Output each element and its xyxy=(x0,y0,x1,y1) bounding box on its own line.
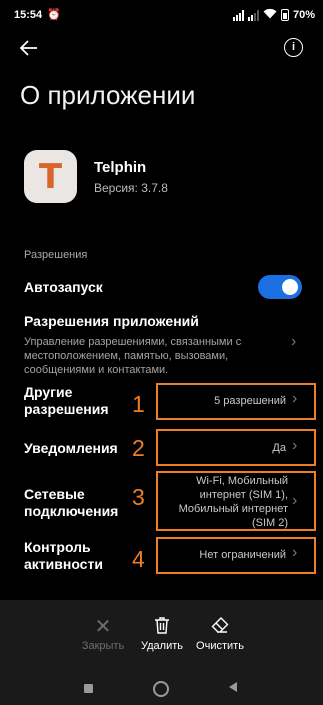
eraser-icon xyxy=(185,616,255,638)
chevron-right-icon: › xyxy=(292,390,298,407)
status-time: 15:54 xyxy=(14,9,43,21)
info-icon[interactable]: i xyxy=(284,38,303,57)
app-version: Версия: 3.7.8 xyxy=(94,181,168,195)
notifications-value: Да xyxy=(272,442,286,454)
chevron-right-icon: › xyxy=(292,437,298,454)
section-header-permissions: Разрешения xyxy=(24,249,88,261)
activity-value: Нет ограничений xyxy=(199,549,286,561)
home-nav-button[interactable] xyxy=(153,681,169,697)
signal-sim2-icon xyxy=(247,9,259,21)
clear-label: Очистить xyxy=(196,640,244,652)
notifications-label: Уведомления xyxy=(24,440,118,456)
marker-1: 1 xyxy=(132,391,145,417)
marker-3: 3 xyxy=(132,484,145,510)
alarm-icon: ⏰ xyxy=(47,9,61,21)
chevron-right-icon: › xyxy=(292,544,298,561)
app-icon-letter: T xyxy=(38,156,63,197)
signal-sim1-icon xyxy=(232,9,244,21)
battery-level: 70% xyxy=(292,9,315,21)
status-icons: 70% xyxy=(232,8,315,22)
autostart-label: Автозапуск xyxy=(24,279,103,295)
chevron-right-icon: › xyxy=(292,492,298,509)
status-bar: 15:54 ⏰ 70% xyxy=(0,0,323,30)
other-permissions-label: Другие разрешения xyxy=(24,384,109,417)
back-arrow-icon[interactable] xyxy=(19,36,38,62)
network-label: Сетевые подключения xyxy=(24,486,119,519)
back-nav-button[interactable] xyxy=(228,680,238,698)
other-permissions-value: 5 разрешений xyxy=(214,395,286,407)
app-name: Telphin xyxy=(94,159,147,176)
page-title: О приложении xyxy=(20,80,196,110)
activity-label: Контроль активности xyxy=(24,539,103,572)
autostart-toggle[interactable] xyxy=(258,275,302,299)
network-value: Wi-Fi, Мобильный интернет (SIM 1), Мобил… xyxy=(178,475,288,529)
delete-label: Удалить xyxy=(141,640,183,652)
app-icon: T xyxy=(24,150,77,203)
chevron-right-icon: › xyxy=(291,333,297,350)
app-permissions-description: Управление разрешениями, связанными с ме… xyxy=(24,336,242,376)
marker-2: 2 xyxy=(132,435,145,461)
app-permissions-row[interactable]: Разрешения приложений Управление разреше… xyxy=(24,313,274,377)
battery-icon xyxy=(280,9,289,21)
wifi-icon xyxy=(263,8,277,22)
marker-4: 4 xyxy=(132,546,145,572)
close-label: Закрыть xyxy=(81,640,125,652)
app-permissions-label: Разрешения приложений xyxy=(24,313,199,329)
recents-nav-button[interactable] xyxy=(84,684,93,693)
clear-button[interactable]: Очистить xyxy=(185,616,255,652)
